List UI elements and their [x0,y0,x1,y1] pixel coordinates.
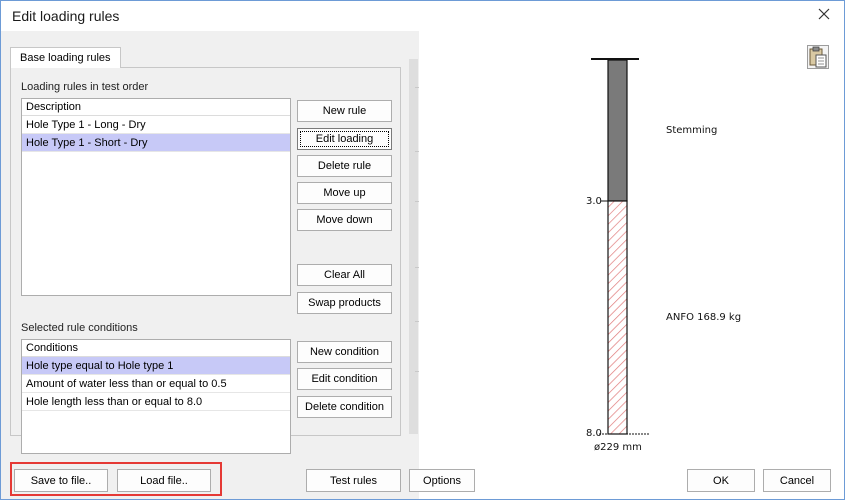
rules-column-header[interactable]: Description [22,99,290,116]
product-segment [607,200,628,435]
depth-top-label: 3.0 [586,196,602,207]
hole-loading-diagram: Stemming ANFO 168.9 kg 3.0 8.0 ø229 mm [419,31,844,499]
title-bar: Edit loading rules [1,1,844,31]
stemming-segment [607,59,628,202]
dialog-body: Base loading rules Loading rules in test… [1,31,844,499]
conditions-column-header[interactable]: Conditions [22,340,290,357]
new-rule-button[interactable]: New rule [297,100,392,122]
move-down-button[interactable]: Move down [297,209,392,231]
conditions-list[interactable]: Conditions Hole type equal to Hole type … [21,339,291,454]
conditions-group-label: Selected rule conditions [21,322,138,334]
edit-condition-button[interactable]: Edit condition [297,368,392,390]
swap-products-button[interactable]: Swap products [297,292,392,314]
ok-button[interactable]: OK [687,469,755,492]
close-icon[interactable] [818,8,830,20]
list-item[interactable]: Hole length less than or equal to 8.0 [22,393,290,411]
annotation-highlight-box [10,462,222,496]
move-up-button[interactable]: Move up [297,182,392,204]
new-condition-button[interactable]: New condition [297,341,392,363]
clear-all-button[interactable]: Clear All [297,264,392,286]
delete-rule-button[interactable]: Delete rule [297,155,392,177]
edit-loading-button[interactable]: Edit loading [297,128,392,150]
rules-list[interactable]: Description Hole Type 1 - Long - Dry Hol… [21,98,291,296]
window-title: Edit loading rules [12,8,120,24]
stemming-label: Stemming [666,125,718,136]
options-button[interactable]: Options [409,469,475,492]
tab-base-loading-rules[interactable]: Base loading rules [10,47,121,68]
rules-group-label: Loading rules in test order [21,81,149,93]
product-label: ANFO 168.9 kg [666,312,742,323]
tab-panel: Loading rules in test order Description … [10,67,401,454]
list-item[interactable]: Amount of water less than or equal to 0.… [22,375,290,393]
edit-loading-rules-dialog: Edit loading rules Base loading rules Lo… [0,0,845,500]
delete-condition-button[interactable]: Delete condition [297,396,392,418]
list-item[interactable]: Hole type equal to Hole type 1 [22,357,290,375]
splitter-scrollbar[interactable] [409,59,418,434]
test-rules-button[interactable]: Test rules [306,469,401,492]
diameter-label: ø229 mm [594,442,642,453]
cancel-button[interactable]: Cancel [763,469,831,492]
list-item[interactable]: Hole Type 1 - Short - Dry [22,134,290,152]
list-item[interactable]: Hole Type 1 - Long - Dry [22,116,290,134]
borehole-graphic [591,58,649,435]
depth-bottom-label: 8.0 [586,428,602,439]
